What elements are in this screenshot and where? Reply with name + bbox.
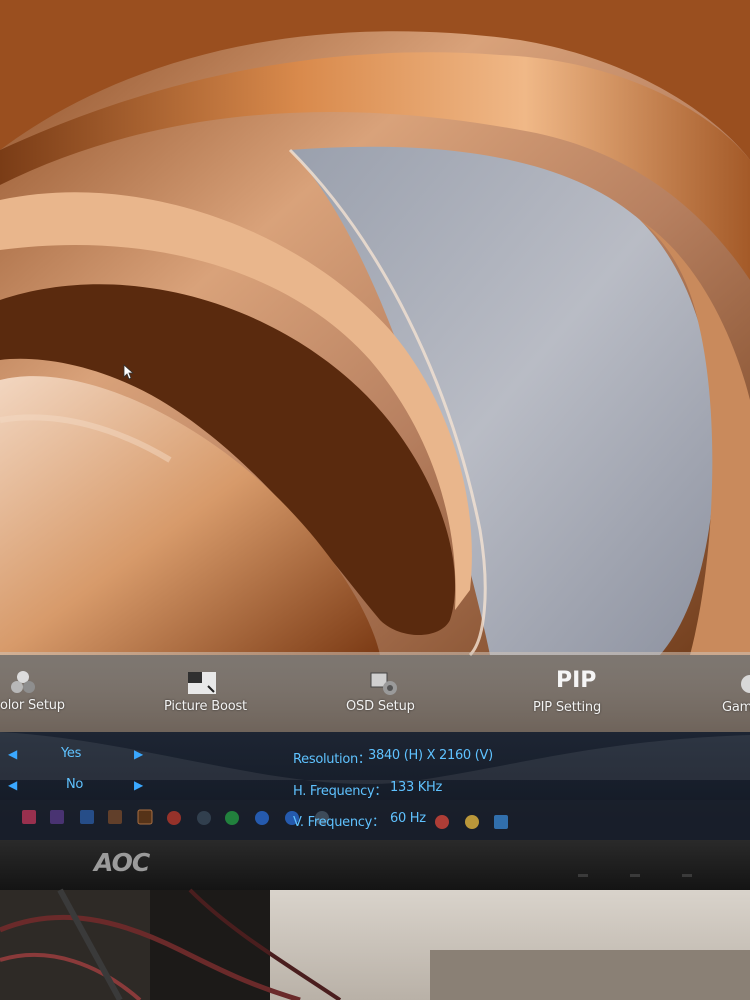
tab-color-setup[interactable]: olor Setup xyxy=(0,698,65,713)
resolution-value: 3840 (H) X 2160 (V) xyxy=(368,748,493,763)
osd-setup-icon[interactable] xyxy=(368,668,400,698)
picture-boost-icon[interactable] xyxy=(186,670,218,696)
option-value-yes[interactable]: Yes xyxy=(61,746,81,761)
resolution-label: Resolution： xyxy=(293,752,371,767)
game-icon[interactable] xyxy=(738,672,750,698)
left-arrow-icon[interactable]: ◀ xyxy=(8,747,17,761)
h-frequency-label: H. Frequency： xyxy=(293,784,388,799)
v-frequency-value: 60 Hz xyxy=(390,811,426,826)
v-frequency-label: V. Frequency： xyxy=(293,815,385,830)
tab-pip-setting[interactable]: PIP Setting xyxy=(533,700,601,715)
right-arrow-icon[interactable]: ▶ xyxy=(134,747,143,761)
tab-picture-boost[interactable]: Picture Boost xyxy=(164,699,247,714)
left-arrow-icon[interactable]: ◀ xyxy=(8,778,17,792)
monitor-brand-logo: AOC xyxy=(94,848,150,877)
tab-game[interactable]: Gam xyxy=(722,700,750,715)
pip-icon[interactable]: PIP xyxy=(556,668,596,693)
tab-osd-setup[interactable]: OSD Setup xyxy=(346,699,415,714)
mouse-cursor-icon xyxy=(123,364,135,380)
option-value-no[interactable]: No xyxy=(66,777,83,792)
right-arrow-icon[interactable]: ▶ xyxy=(134,778,143,792)
h-frequency-value: 133 KHz xyxy=(390,780,442,795)
color-setup-icon[interactable] xyxy=(8,668,38,698)
